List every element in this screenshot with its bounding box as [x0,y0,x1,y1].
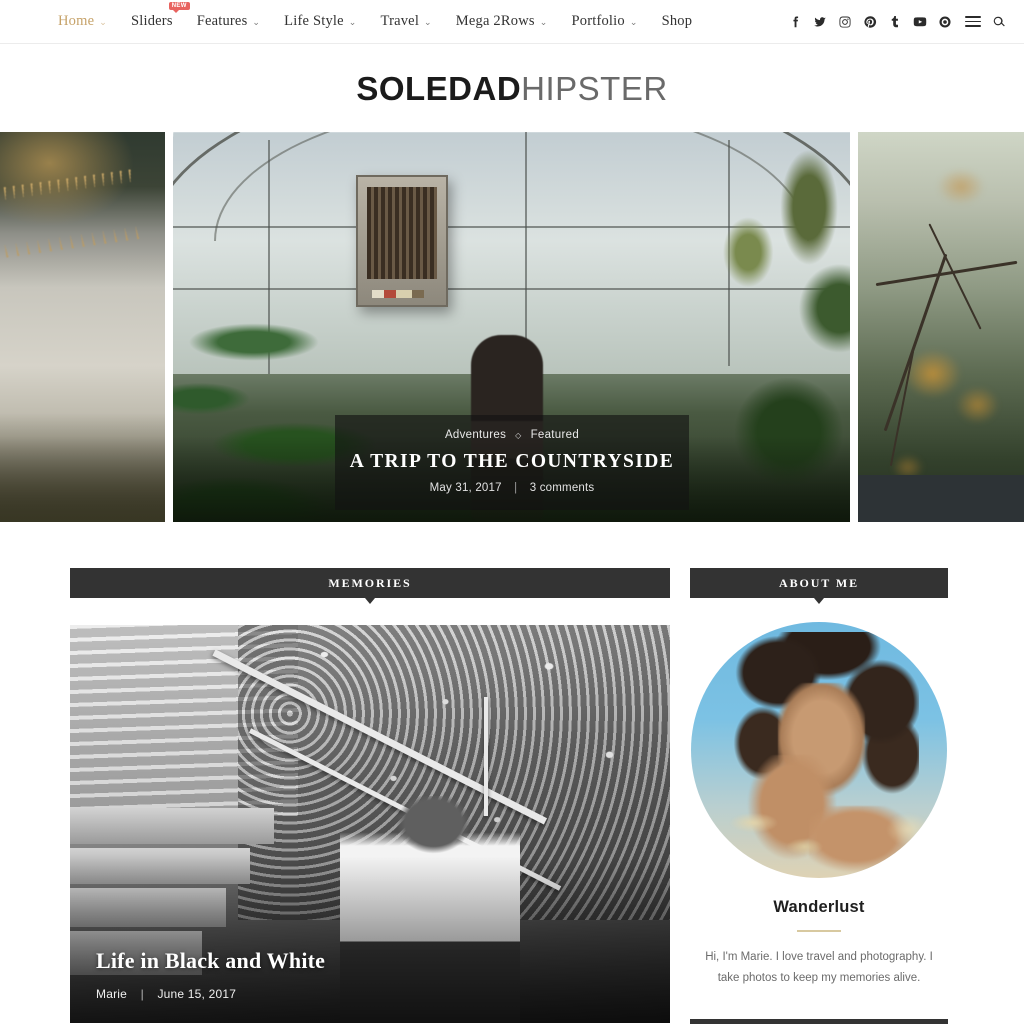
chevron-down-icon: ⌄ [99,17,107,27]
logo-light-part: HIPSTER [521,69,668,107]
widget-header-about-me: ABOUT ME [690,568,948,604]
chevron-down-icon: ⌄ [539,17,548,27]
search-icon[interactable] [992,15,1006,29]
hero-slide-previous[interactable] [0,132,165,522]
twitter-icon[interactable] [813,15,827,29]
nav-item-mega-2rows[interactable]: Mega 2Rows ⌄ [456,13,548,30]
post-title[interactable]: Life in Black and White [96,948,325,974]
facebook-icon[interactable] [788,15,802,29]
hero-caption: Adventures ◇ Featured A TRIP TO THE COUN… [335,415,689,511]
youtube-icon[interactable] [913,15,927,29]
widget-header-next [690,1019,948,1024]
pinterest-icon[interactable] [863,15,877,29]
featured-post-card[interactable]: Life in Black and White Marie | June 15,… [70,625,670,1023]
slide-image-branch-over-water [858,132,1024,522]
widget-title: ABOUT ME [779,575,859,590]
nav-label: Mega 2Rows [455,13,535,29]
hero-categories: Adventures ◇ Featured [345,429,679,441]
nav-label: Sliders [131,13,173,29]
meta-divider: | [140,987,144,1001]
vimeo-icon[interactable] [938,15,952,29]
hero-slide-next[interactable] [858,132,1024,522]
post-card-body: Life in Black and White Marie | June 15,… [96,948,325,1001]
section-header-memories: MEMORIES [70,568,670,604]
post-date: June 15, 2017 [157,987,237,1001]
site-header: Home ⌄ Sliders NEW Features ⌄ Life Style… [0,0,1024,44]
nav-label: Shop [661,13,693,29]
avatar-container [690,622,948,878]
section-title: MEMORIES [328,575,412,590]
hero-category-secondary[interactable]: Featured [531,429,579,441]
nav-label: Home [58,13,95,29]
hero-post-comments[interactable]: 3 comments [530,482,595,494]
post-meta: Marie | June 15, 2017 [96,987,325,1001]
nav-item-travel[interactable]: Travel ⌄ [381,13,432,30]
chevron-down-icon: ⌄ [252,17,261,27]
hero-post-meta: May 31, 2017 | 3 comments [345,482,679,494]
chevron-down-icon: ⌄ [424,17,432,27]
sidebar: ABOUT ME Wanderlust Hi, I'm Marie. I lov… [690,568,948,1024]
nav-item-home[interactable]: Home ⌄ [58,13,107,30]
hero-post-date: May 31, 2017 [429,482,502,495]
diamond-separator-icon: ◇ [515,430,522,440]
decorative-divider [797,930,841,932]
chevron-down-icon: ⌄ [348,17,357,27]
chevron-down-icon: ⌄ [629,17,638,27]
nav-label: Travel [380,13,420,29]
hero-slider[interactable]: Adventures ◇ Featured A TRIP TO THE COUN… [0,132,1024,522]
nav-item-sliders[interactable]: Sliders NEW [131,2,190,30]
post-author[interactable]: Marie [96,987,127,1001]
hero-post-title[interactable]: A TRIP TO THE COUNTRYSIDE [345,450,679,473]
instagram-icon[interactable] [838,15,852,29]
avatar [691,622,947,878]
nav-item-shop[interactable]: Shop [662,13,693,30]
site-logo[interactable]: SOLEDAD HIPSTER [356,72,667,105]
nav-label: Features [196,13,248,29]
site-logo-area: SOLEDAD HIPSTER [0,44,1024,132]
hamburger-menu-icon[interactable] [965,16,981,27]
nav-label: Life Style [284,13,344,29]
page-content: MEMORIES Life in Black and White Marie |… [0,522,1024,1024]
hero-category-primary[interactable]: Adventures [445,429,506,441]
main-navigation: Home ⌄ Sliders NEW Features ⌄ Life Style… [58,2,716,30]
nav-item-features[interactable]: Features ⌄ [197,13,260,30]
logo-bold-part: SOLEDAD [356,69,522,107]
header-actions [788,0,1006,43]
main-column: MEMORIES Life in Black and White Marie |… [70,568,670,1024]
nav-item-life-style[interactable]: Life Style ⌄ [284,13,356,30]
tumblr-icon[interactable] [888,15,902,29]
new-badge: NEW [168,2,190,13]
slide-image-beach-dune-grass [0,132,165,522]
about-display-name: Wanderlust [773,898,865,916]
nav-label: Portfolio [571,13,625,29]
meta-divider: | [514,482,518,495]
nav-item-portfolio[interactable]: Portfolio ⌄ [571,13,637,30]
about-bio-text: Hi, I'm Marie. I love travel and photogr… [705,950,933,984]
